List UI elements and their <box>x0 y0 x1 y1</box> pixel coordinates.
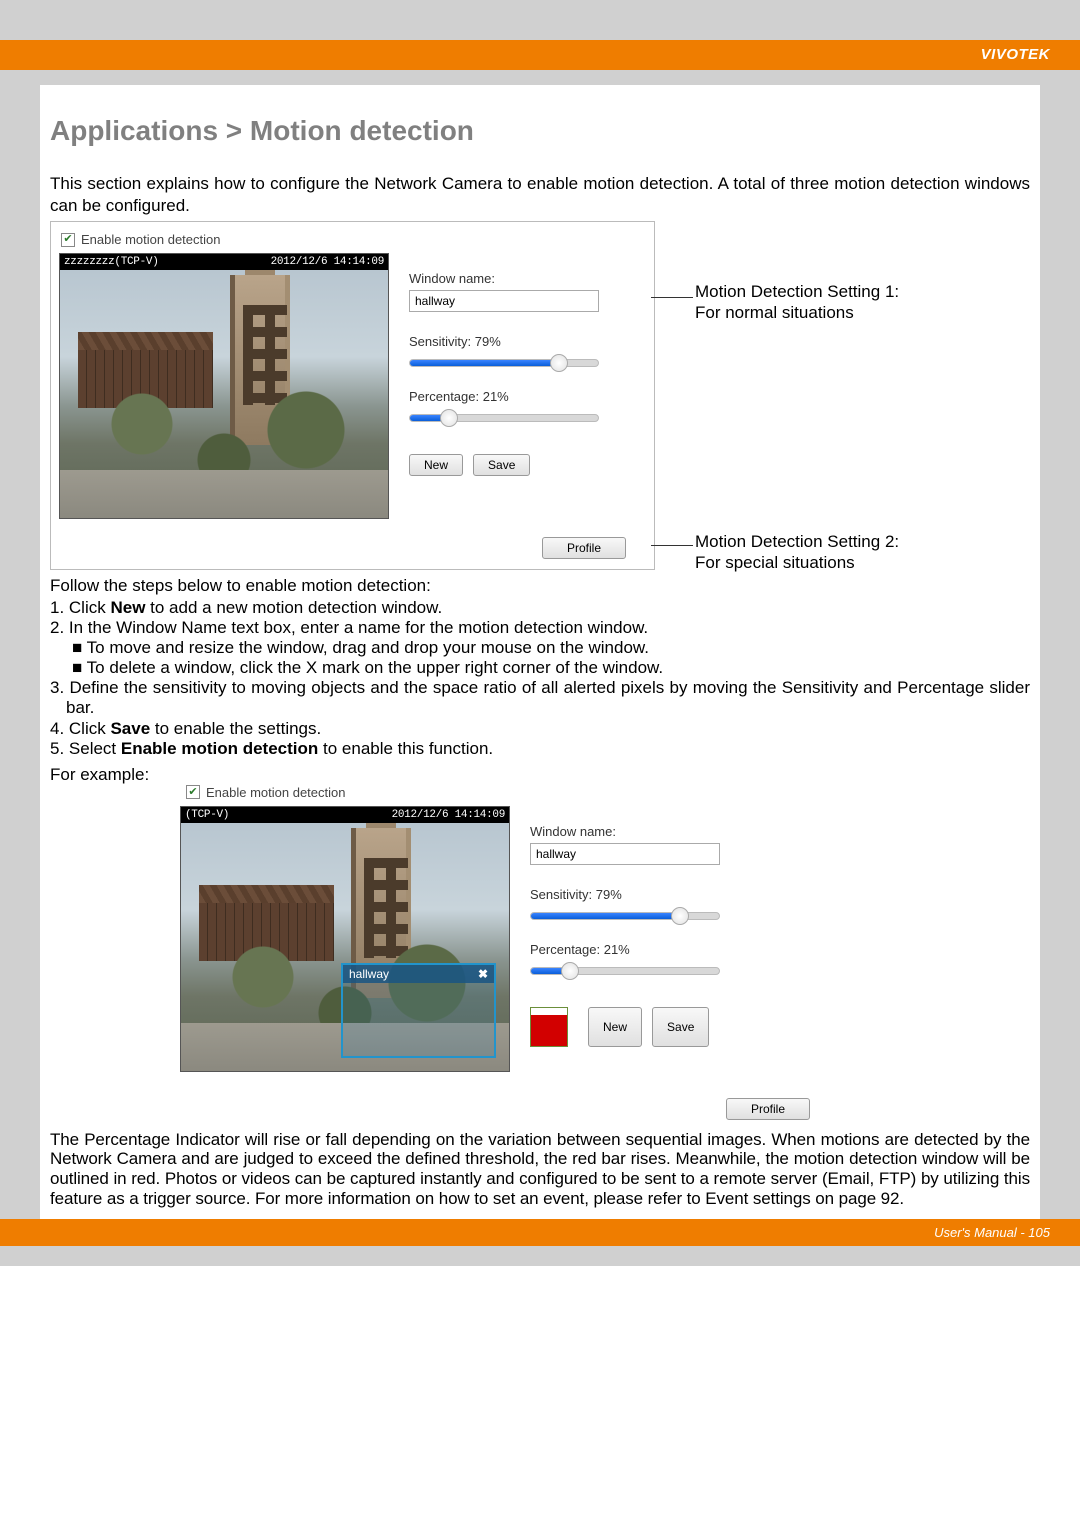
sensitivity-slider[interactable] <box>409 359 599 367</box>
sensitivity-slider-2[interactable] <box>530 912 720 920</box>
enable-motion-label-2: Enable motion detection <box>206 785 345 800</box>
motion-panel-1: ✔ Enable motion detection zzzzzzzz(TCP-V… <box>50 221 655 570</box>
window-name-label: Window name: <box>409 271 629 286</box>
window-name-input-2[interactable] <box>530 843 720 865</box>
motion-window-close-icon[interactable]: ✖ <box>478 967 488 981</box>
percentage-knob-2[interactable] <box>561 962 579 980</box>
step-4: 4. Click Save to enable the settings. <box>50 719 1030 739</box>
page-title: Applications > Motion detection <box>50 115 1030 147</box>
motion-window-title: hallway <box>349 967 389 981</box>
step-3: 3. Define the sensitivity to moving obje… <box>50 678 1030 718</box>
save-button-2[interactable]: Save <box>652 1007 709 1047</box>
percentage-indicator <box>530 1007 568 1047</box>
annotation-1-line1: Motion Detection Setting 1: <box>695 282 899 301</box>
body-text: The Percentage Indicator will rise or fa… <box>50 1130 1030 1210</box>
brand-logo: VIVOTEK <box>981 46 1050 63</box>
enable-motion-label: Enable motion detection <box>81 232 220 247</box>
percentage-label-2: Percentage: 21% <box>530 942 630 957</box>
percentage-slider[interactable] <box>409 414 599 422</box>
live-view[interactable]: zzzzzzzz(TCP-V) 2012/12/6 14:14:09 <box>59 253 389 519</box>
step-2b: ■ To delete a window, click the X mark o… <box>50 658 1030 678</box>
camera-timestamp: 2012/12/6 14:14:09 <box>271 256 384 268</box>
new-button[interactable]: New <box>409 454 463 476</box>
profile-button-2[interactable]: Profile <box>726 1098 810 1120</box>
window-name-input[interactable] <box>409 290 599 312</box>
step-2: 2. In the Window Name text box, enter a … <box>50 618 1030 638</box>
annotation-2-line1: Motion Detection Setting 2: <box>695 532 899 551</box>
enable-motion-checkbox[interactable]: ✔ <box>61 233 75 247</box>
motion-window[interactable]: hallway ✖ <box>341 963 496 1058</box>
percentage-label: Percentage: 21% <box>409 389 509 404</box>
profile-button[interactable]: Profile <box>542 537 626 559</box>
live-image <box>60 270 388 518</box>
new-button-2[interactable]: New <box>588 1007 642 1047</box>
sensitivity-label-2: Sensitivity: 79% <box>530 887 622 902</box>
sensitivity-knob[interactable] <box>550 354 568 372</box>
live-view-2[interactable]: (TCP-V) 2012/12/6 14:14:09 hallway <box>180 806 510 1072</box>
live-image-2: hallway ✖ <box>181 823 509 1071</box>
motion-panel-2: (TCP-V) 2012/12/6 14:14:09 hallway <box>180 806 785 1072</box>
camera-name-2: (TCP-V) <box>185 809 229 821</box>
intro-text: This section explains how to configure t… <box>50 173 1030 217</box>
example-label: For example: <box>50 765 1030 785</box>
camera-timestamp-2: 2012/12/6 14:14:09 <box>392 809 505 821</box>
percentage-slider-2[interactable] <box>530 967 720 975</box>
step-5: 5. Select Enable motion detection to ena… <box>50 739 1030 759</box>
enable-motion-checkbox-2[interactable]: ✔ <box>186 785 200 799</box>
save-button[interactable]: Save <box>473 454 530 476</box>
window-name-label-2: Window name: <box>530 824 750 839</box>
sensitivity-label: Sensitivity: 79% <box>409 334 501 349</box>
percentage-knob[interactable] <box>440 409 458 427</box>
step-1: 1. Click New to add a new motion detecti… <box>50 598 1030 618</box>
footer-text: User's Manual - 105 <box>934 1225 1050 1240</box>
annotation-1-line2: For normal situations <box>695 303 854 322</box>
step-2a: ■ To move and resize the window, drag an… <box>50 638 1030 658</box>
steps-lead: Follow the steps below to enable motion … <box>50 576 1030 596</box>
sensitivity-knob-2[interactable] <box>671 907 689 925</box>
camera-name: zzzzzzzz(TCP-V) <box>64 256 159 268</box>
annotation-2-line2: For special situations <box>695 553 855 572</box>
